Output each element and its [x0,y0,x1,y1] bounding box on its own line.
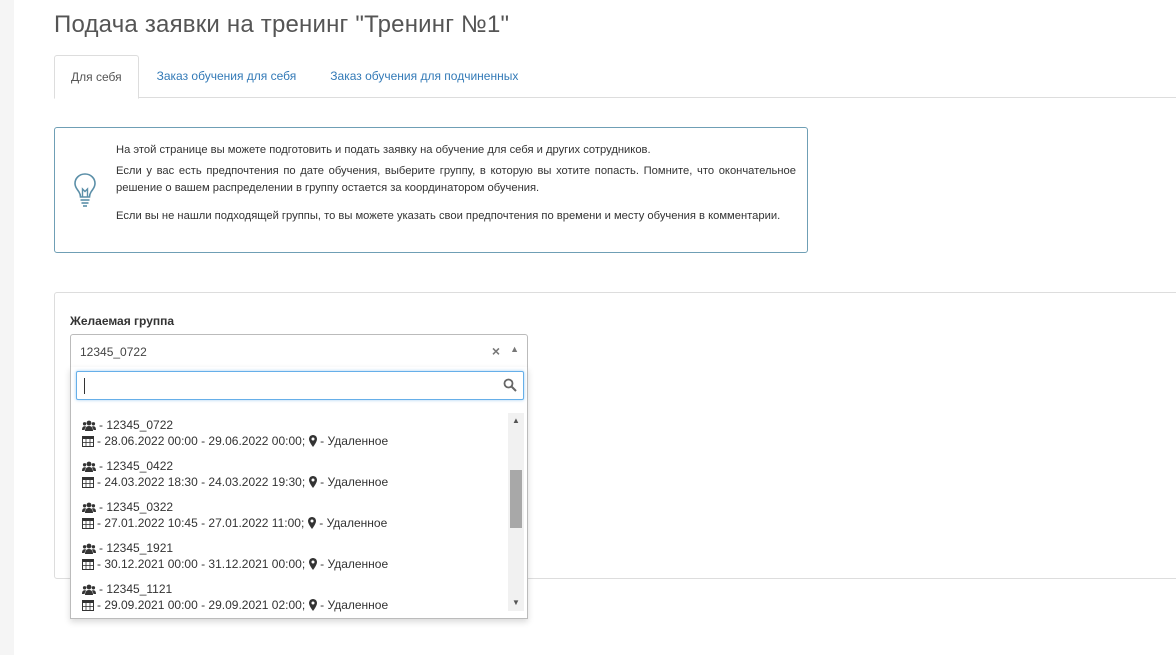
option-dates: - 27.01.2022 10:45 - 27.01.2022 11:00; [97,516,305,530]
scroll-up-arrow-icon[interactable]: ▲ [508,413,524,429]
list-item[interactable]: - 12345_0722 - 28.06.2022 00:00 - 29.06.… [71,413,511,454]
lightbulb-icon [74,173,96,207]
info-text: На этой странице вы можете подготовить и… [116,142,796,225]
dropdown-search-input[interactable] [81,376,491,396]
tab-order-for-self[interactable]: Заказ обучения для себя [139,55,314,98]
users-icon [82,420,96,431]
users-icon [82,502,96,513]
group-dropdown: - 12345_0722 - 28.06.2022 00:00 - 29.06.… [70,367,528,619]
calendar-icon [82,559,94,570]
scrollbar-thumb[interactable] [510,470,522,528]
option-location: - Удаленное [320,557,389,571]
option-dates: - 28.06.2022 00:00 - 29.06.2022 00:00; [97,434,306,448]
option-location: - Удаленное [319,516,388,530]
map-marker-icon [309,599,318,611]
page-title: Подача заявки на тренинг "Тренинг №1" [54,11,510,38]
option-dates: - 30.12.2021 00:00 - 31.12.2021 00:00; [97,557,306,571]
list-item[interactable]: - 12345_1121 - 29.09.2021 00:00 - 29.09.… [71,577,511,618]
info-paragraph-preferences: Если у вас есть предпочтения по дате обу… [116,165,796,194]
group-select-value: 12345_0722 [80,345,147,359]
info-box: На этой странице вы можете подготовить и… [54,127,808,253]
option-location: - Удаленное [320,598,389,612]
chevron-up-icon[interactable]: ▲ [510,344,519,354]
dropdown-search-field[interactable] [76,371,524,400]
option-location: - Удаленное [320,434,389,448]
option-dates: - 29.09.2021 00:00 - 29.09.2021 02:00; [97,598,306,612]
info-paragraph-comment: Если вы не нашли подходящей группы, то в… [116,210,781,222]
users-icon [82,584,96,595]
list-item[interactable]: - 12345_0422 - 24.03.2022 18:30 - 24.03.… [71,454,511,495]
map-marker-icon [309,558,318,570]
group-label: Желаемая группа [70,314,175,328]
info-paragraph-intro: На этой странице вы можете подготовить и… [116,144,651,156]
calendar-icon [82,436,94,447]
calendar-icon [82,600,94,611]
map-marker-icon [309,476,318,488]
tab-bar: Для себя Заказ обучения для себя Заказ о… [54,55,1176,99]
list-item[interactable]: - 12345_1921 - 30.12.2021 00:00 - 31.12.… [71,536,511,577]
dropdown-scrollbar[interactable]: ▲ ▼ [508,413,524,611]
search-icon [503,378,517,392]
map-marker-icon [309,435,318,447]
list-item[interactable]: - 12345_0322 - 27.01.2022 10:45 - 27.01.… [71,495,511,536]
users-icon [82,543,96,554]
dropdown-options-list: - 12345_0722 - 28.06.2022 00:00 - 29.06.… [71,413,511,619]
tab-for-self[interactable]: Для себя [54,55,139,99]
group-select[interactable]: 12345_0722 × ▲ [70,334,528,368]
users-icon [82,461,96,472]
scroll-down-arrow-icon[interactable]: ▼ [508,595,524,611]
option-location: - Удаленное [320,475,389,489]
option-dates: - 24.03.2022 18:30 - 24.03.2022 19:30; [97,475,306,489]
calendar-icon [82,477,94,488]
clear-icon[interactable]: × [492,343,500,359]
left-sidebar-strip [0,0,14,655]
tab-order-for-subordinates[interactable]: Заказ обучения для подчиненных [313,55,534,98]
calendar-icon [82,518,94,529]
map-marker-icon [308,517,317,529]
